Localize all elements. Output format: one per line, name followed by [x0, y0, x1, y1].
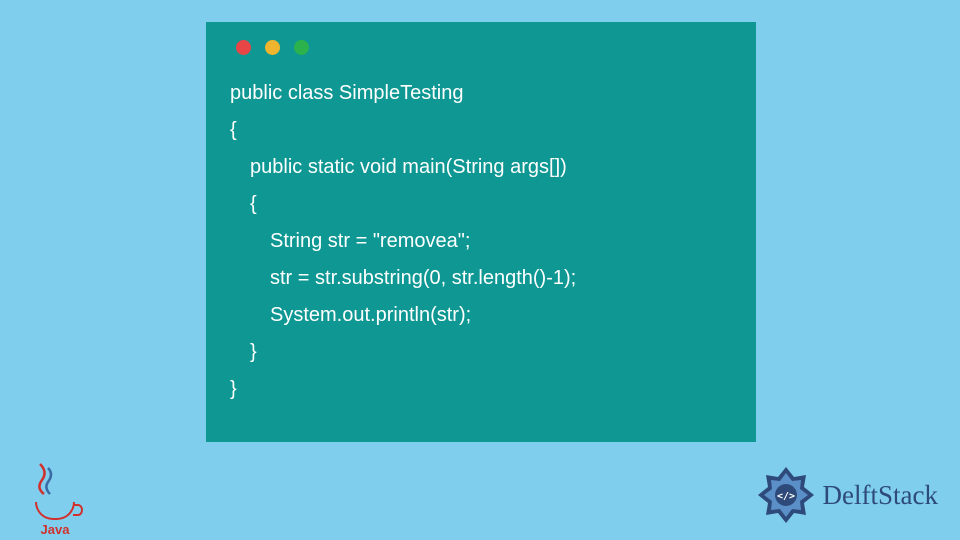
svg-text:</>: </>	[777, 491, 795, 502]
close-dot-icon[interactable]	[236, 40, 251, 55]
minimize-dot-icon[interactable]	[265, 40, 280, 55]
code-window: public class SimpleTesting { public stat…	[206, 22, 756, 442]
window-controls	[236, 40, 732, 55]
java-logo: Java	[30, 462, 80, 532]
delftstack-text: DelftStack	[823, 480, 938, 511]
delftstack-logo: </> DelftStack	[755, 464, 938, 526]
java-steam-icon	[30, 462, 60, 497]
java-cup-icon	[35, 502, 75, 520]
java-logo-text: Java	[30, 522, 80, 537]
maximize-dot-icon[interactable]	[294, 40, 309, 55]
delftstack-emblem-icon: </>	[755, 464, 817, 526]
code-content: public class SimpleTesting { public stat…	[230, 75, 732, 408]
